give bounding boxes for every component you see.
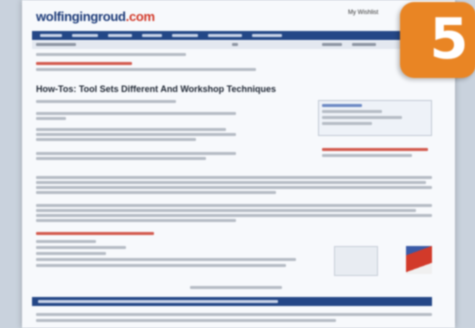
nav-item[interactable] xyxy=(208,34,242,37)
text-line xyxy=(36,128,226,131)
footer-note xyxy=(190,286,282,289)
byline xyxy=(36,100,176,103)
text-line xyxy=(36,152,236,155)
sub-nav-link[interactable] xyxy=(36,43,76,46)
nav-item[interactable] xyxy=(72,34,98,37)
nav-item[interactable] xyxy=(142,34,162,37)
text-line xyxy=(36,246,126,249)
sidebar-text xyxy=(322,154,412,157)
webpage: wolfingingroud.com My Wishlist How-Tos: … xyxy=(22,0,455,328)
sidebar-red-link[interactable] xyxy=(322,148,428,151)
nav-item[interactable] xyxy=(108,34,132,37)
text-line xyxy=(36,240,96,243)
step-number-badge: 5 xyxy=(400,2,475,78)
nav-item[interactable] xyxy=(252,34,282,37)
footer-bar-text xyxy=(38,300,278,303)
logo-tld: .com xyxy=(125,9,155,24)
screenshot-stage: wolfingingroud.com My Wishlist How-Tos: … xyxy=(0,0,475,328)
main-navigation xyxy=(32,31,432,40)
site-logo[interactable]: wolfingingroud.com xyxy=(36,9,155,24)
breadcrumb[interactable] xyxy=(36,53,186,56)
text-line xyxy=(36,117,66,120)
footer-links[interactable] xyxy=(36,313,432,316)
sub-nav-link[interactable] xyxy=(352,43,376,46)
text-line xyxy=(36,252,106,255)
text-line xyxy=(36,68,256,71)
text-line xyxy=(36,176,432,179)
sidebar-link[interactable] xyxy=(322,104,362,107)
logo-name: wolfingingroud xyxy=(36,9,126,24)
sidebar-text xyxy=(322,122,372,125)
text-line xyxy=(36,204,432,207)
wishlist-link[interactable]: My Wishlist xyxy=(348,10,378,16)
nav-item[interactable] xyxy=(40,34,62,37)
step-number: 5 xyxy=(429,7,469,72)
ad-image[interactable] xyxy=(406,246,432,274)
text-line xyxy=(36,186,432,189)
text-line xyxy=(36,138,196,141)
nav-item[interactable] xyxy=(172,34,198,37)
red-promo-link[interactable] xyxy=(36,62,132,65)
text-line xyxy=(36,209,416,212)
section-heading-link[interactable] xyxy=(36,232,154,235)
text-line xyxy=(36,157,206,160)
text-line xyxy=(36,264,286,267)
text-line xyxy=(36,214,432,217)
footer-links[interactable] xyxy=(36,319,336,322)
ad-card[interactable] xyxy=(334,246,378,276)
text-line xyxy=(36,191,276,194)
text-line xyxy=(36,181,426,184)
text-line xyxy=(36,219,236,222)
text-line xyxy=(36,112,236,115)
text-line xyxy=(36,133,236,136)
article-headline: How-Tos: Tool Sets Different And Worksho… xyxy=(36,84,277,94)
search-icon[interactable] xyxy=(232,43,238,46)
sidebar-text xyxy=(322,116,402,119)
sub-nav-link[interactable] xyxy=(322,43,342,46)
text-line xyxy=(36,258,296,261)
sidebar-text xyxy=(322,110,382,113)
